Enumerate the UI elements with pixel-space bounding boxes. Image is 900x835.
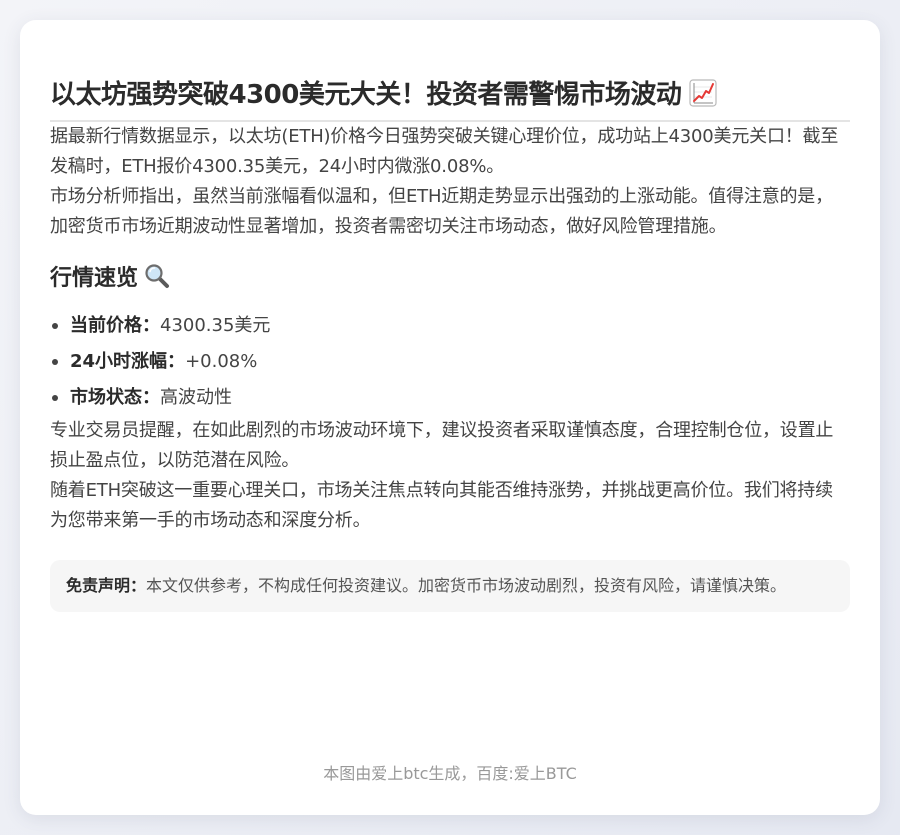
overview-item-label: 当前价格： [70,315,160,336]
overview-heading: 行情速览 [50,262,850,296]
overview-item-change: 24小时涨幅：+0.08% [52,344,850,380]
overview-item-value: 高波动性 [160,387,232,408]
disclaimer-box: 免责声明：本文仅供参考，不构成任何投资建议。加密货币市场波动剧烈，投资有风险，请… [50,560,850,612]
overview-item-status: 市场状态：高波动性 [52,380,850,416]
analysis-paragraph: 市场分析师指出，虽然当前涨幅看似温和，但ETH近期走势显示出强劲的上涨动能。值得… [50,186,833,237]
intro-paragraph: 据最新行情数据显示，以太坊(ETH)价格今日强势突破关键心理价位，成功站上430… [50,126,839,177]
overview-heading-text: 行情速览 [50,266,139,291]
overview-item-label: 24小时涨幅： [70,351,186,372]
advice-paragraph: 专业交易员提醒，在如此剧烈的市场波动环境下，建议投资者采取谨慎态度，合理控制仓位… [50,420,834,471]
disclaimer-text: 本文仅供参考，不构成任何投资建议。加密货币市场波动剧烈，投资有风险，请谨慎决策。 [146,576,787,595]
footer-credit: 本图由爱上btc生成，百度:爱上BTC [323,764,577,783]
article-title-text: 以太坊强势突破4300美元大关！投资者需警惕市场波动 [50,80,682,110]
outlook-paragraph: 随着ETH突破这一重要心理关口，市场关注焦点转向其能否维持涨势，并挑战更高价位。… [50,480,833,531]
overview-item-label: 市场状态： [70,387,160,408]
overview-item-value: 4300.35美元 [160,315,271,336]
overview-item-price: 当前价格：4300.35美元 [52,308,850,344]
article-title: 以太坊强势突破4300美元大关！投资者需警惕市场波动 [50,20,850,114]
magnifying-glass-icon [145,264,170,288]
overview-list: 当前价格：4300.35美元 24小时涨幅：+0.08% 市场状态：高波动性 [50,308,850,416]
article-card: 以太坊强势突破4300美元大关！投资者需警惕市场波动 据最新行情数据显示，以太坊… [20,20,880,815]
chart-increasing-icon [689,79,717,107]
overview-item-value: +0.08% [185,351,258,372]
disclaimer-label: 免责声明： [66,576,147,595]
